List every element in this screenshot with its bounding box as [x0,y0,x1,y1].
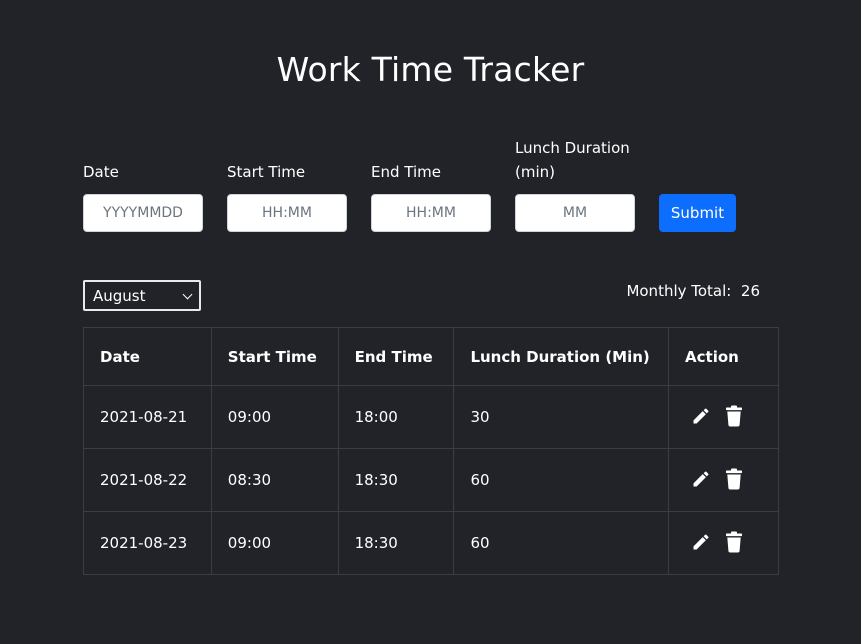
cell-start-time: 08:30 [210,448,339,512]
pencil-icon[interactable] [691,469,711,489]
page-title: Work Time Tracker [276,50,585,89]
cell-end-time: 18:30 [337,511,455,575]
cell-lunch-duration: 60 [453,448,670,512]
date-label: Date [83,163,119,181]
cell-date: 2021-08-23 [83,511,212,575]
trash-icon[interactable] [725,531,743,553]
chevron-down-icon [182,289,193,300]
header-action: Action [668,327,779,386]
cell-end-time: 18:30 [337,448,455,512]
table-row: 2021-08-21 09:00 18:00 30 [83,385,779,449]
header-start-time: Start Time [210,327,339,386]
date-input[interactable] [83,194,203,232]
table-row: 2021-08-23 09:00 18:30 60 [83,511,779,575]
cell-lunch-duration: 30 [453,385,670,449]
date-field: Date [83,140,203,232]
pencil-icon[interactable] [691,406,711,426]
start-time-field: Start Time [227,140,347,232]
submit-button[interactable]: Submit [659,194,736,232]
start-time-input[interactable] [227,194,347,232]
cell-action [668,511,779,575]
table-row: 2021-08-22 08:30 18:30 60 [83,448,779,512]
end-time-label: End Time [371,163,441,181]
start-time-label: Start Time [227,163,306,181]
month-select[interactable]: August [83,280,201,311]
cell-end-time: 18:00 [337,385,455,449]
cell-action [668,385,779,449]
cell-date: 2021-08-21 [83,385,212,449]
page: Work Time Tracker Date Start Time End Ti… [0,0,861,644]
cell-action [668,448,779,512]
table-header-row: Date Start Time End Time Lunch Duration … [83,327,779,386]
end-time-input[interactable] [371,194,491,232]
monthly-total-value: 26 [740,282,760,300]
lunch-duration-label: Lunch Duration (min) [515,139,630,181]
header-date: Date [83,327,212,386]
lunch-duration-input[interactable] [515,194,635,232]
cell-lunch-duration: 60 [453,511,670,575]
trash-icon[interactable] [725,405,743,427]
cell-date: 2021-08-22 [83,448,212,512]
header-end-time: End Time [337,327,455,386]
pencil-icon[interactable] [691,532,711,552]
monthly-total: Monthly Total: 26 [560,282,760,300]
cell-start-time: 09:00 [210,511,339,575]
end-time-field: End Time [371,140,491,232]
work-log-table: Date Start Time End Time Lunch Duration … [83,327,779,575]
header-lunch-duration: Lunch Duration (Min) [453,327,670,386]
lunch-duration-field: Lunch Duration (min) [515,139,635,232]
cell-start-time: 09:00 [210,385,339,449]
month-select-value: August [93,286,146,305]
monthly-total-label: Monthly Total: [626,282,732,300]
trash-icon[interactable] [725,468,743,490]
